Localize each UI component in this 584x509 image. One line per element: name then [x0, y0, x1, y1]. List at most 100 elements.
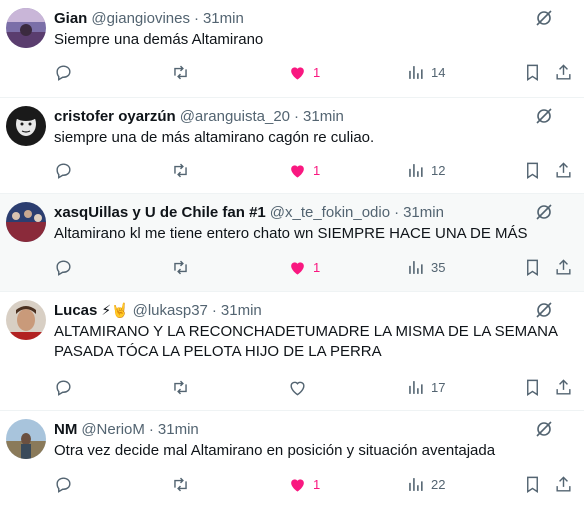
share-button[interactable] [554, 62, 573, 82]
view-count: 14 [431, 64, 446, 80]
share-button[interactable] [554, 474, 573, 494]
bookmark-button[interactable] [523, 160, 542, 180]
bookmark-button[interactable] [523, 474, 542, 494]
like-button[interactable] [288, 377, 313, 397]
views-button[interactable]: 14 [406, 62, 445, 82]
retweet-button[interactable] [171, 377, 190, 397]
tweet-text: Altamirano kl me tiene entero chato wn S… [54, 225, 528, 242]
timestamp[interactable]: 31min [221, 302, 262, 319]
tweet[interactable]: Gian @giangiovines · 31min Siempre una d… [0, 0, 584, 98]
grok-icon[interactable] [534, 419, 554, 439]
grok-icon[interactable] [534, 300, 554, 320]
grok-icon[interactable] [534, 8, 554, 28]
display-name[interactable]: NM [54, 421, 77, 438]
bookmark-icon [527, 476, 538, 493]
timestamp[interactable]: 31min [158, 421, 199, 438]
grok-icon[interactable] [534, 106, 554, 126]
avatar[interactable] [6, 106, 46, 146]
bookmark-icon [527, 64, 538, 81]
like-button[interactable]: 1 [288, 160, 320, 180]
views-icon [409, 380, 423, 394]
reply-icon [56, 476, 71, 493]
views-icon [409, 65, 423, 79]
separator-dot: · [294, 107, 300, 125]
retweet-button[interactable] [171, 160, 190, 180]
share-button[interactable] [554, 377, 573, 397]
bookmark-icon [527, 162, 538, 179]
user-handle[interactable]: @aranguista_20 [180, 108, 290, 125]
user-handle[interactable]: @giangiovines [91, 10, 190, 27]
view-count: 12 [431, 162, 446, 178]
action-bar: 1 12 [54, 160, 574, 180]
display-name[interactable]: Lucas [54, 302, 97, 319]
bookmark-icon [527, 259, 538, 276]
reply-icon [56, 64, 71, 81]
reply-button[interactable] [54, 160, 73, 180]
tweet-text: ALTAMIRANO Y LA RECONCHADETUMADRE LA MIS… [54, 323, 558, 360]
avatar[interactable] [6, 419, 46, 459]
tweet[interactable]: NM @NerioM · 31min Otra vez decide mal A… [0, 411, 584, 509]
bookmark-button[interactable] [523, 257, 542, 277]
action-bar: 17 [54, 377, 574, 397]
reply-button[interactable] [54, 474, 73, 494]
like-button[interactable]: 1 [288, 62, 320, 82]
tweet[interactable]: xasqUillas y U de Chile fan #1 @x_te_fok… [0, 194, 584, 292]
grok-icon[interactable] [534, 202, 554, 222]
retweet-button[interactable] [171, 62, 190, 82]
heart-icon [291, 261, 304, 275]
display-name[interactable]: Gian [54, 10, 87, 27]
views-icon [409, 163, 423, 177]
retweet-icon [174, 260, 187, 274]
like-button[interactable]: 1 [288, 257, 320, 277]
views-button[interactable]: 35 [406, 257, 445, 277]
like-count: 1 [313, 162, 321, 178]
display-name[interactable]: cristofer oyarzún [54, 108, 176, 125]
timestamp[interactable]: 31min [203, 10, 244, 27]
user-handle[interactable]: @NerioM [81, 421, 145, 438]
retweet-button[interactable] [171, 257, 190, 277]
share-button[interactable] [554, 160, 573, 180]
share-button[interactable] [554, 257, 573, 277]
timestamp[interactable]: 31min [403, 204, 444, 221]
like-button[interactable]: 1 [288, 474, 320, 494]
share-icon [556, 378, 571, 395]
like-count: 1 [313, 259, 321, 275]
tweet[interactable]: Lucas ⚡🤘 @lukasp37 · 31min ALTAMIRANO Y … [0, 292, 584, 411]
display-name[interactable]: xasqUillas y U de Chile fan #1 [54, 204, 266, 221]
tweet[interactable]: cristofer oyarzún @aranguista_20 · 31min… [0, 98, 584, 194]
view-count: 22 [431, 476, 446, 492]
tweet-header: cristofer oyarzún @aranguista_20 · 31min [54, 106, 576, 126]
avatar[interactable] [6, 202, 46, 242]
heart-icon [291, 66, 304, 80]
reply-button[interactable] [54, 377, 73, 397]
tweet-text: Otra vez decide mal Altamirano en posici… [54, 442, 496, 459]
tweet-header: Gian @giangiovines · 31min [54, 8, 576, 28]
views-button[interactable]: 17 [406, 377, 445, 397]
share-icon [556, 161, 571, 178]
share-icon [556, 258, 571, 275]
retweet-icon [174, 65, 187, 79]
share-icon [556, 63, 571, 80]
tweet-header: NM @NerioM · 31min [54, 419, 576, 439]
avatar[interactable] [6, 300, 46, 340]
reply-button[interactable] [54, 62, 73, 82]
retweet-icon [174, 380, 187, 394]
user-handle[interactable]: @x_te_fokin_odio [270, 204, 390, 221]
bookmark-button[interactable] [523, 62, 542, 82]
avatar[interactable] [6, 8, 46, 48]
separator-dot: · [211, 301, 217, 319]
action-bar: 1 22 [54, 474, 574, 494]
separator-dot: · [148, 420, 154, 438]
bookmark-icon [527, 379, 538, 396]
heart-icon [291, 478, 304, 492]
heart-icon [290, 381, 305, 395]
user-handle[interactable]: @lukasp37 [133, 302, 208, 319]
tweet-feed: Gian @giangiovines · 31min Siempre una d… [0, 0, 584, 509]
timestamp[interactable]: 31min [303, 108, 344, 125]
views-button[interactable]: 12 [406, 160, 445, 180]
bookmark-button[interactable] [523, 377, 542, 397]
tweet-text: Siempre una demás Altamirano [54, 31, 264, 48]
retweet-button[interactable] [171, 474, 190, 494]
views-button[interactable]: 22 [406, 474, 445, 494]
reply-button[interactable] [54, 257, 73, 277]
